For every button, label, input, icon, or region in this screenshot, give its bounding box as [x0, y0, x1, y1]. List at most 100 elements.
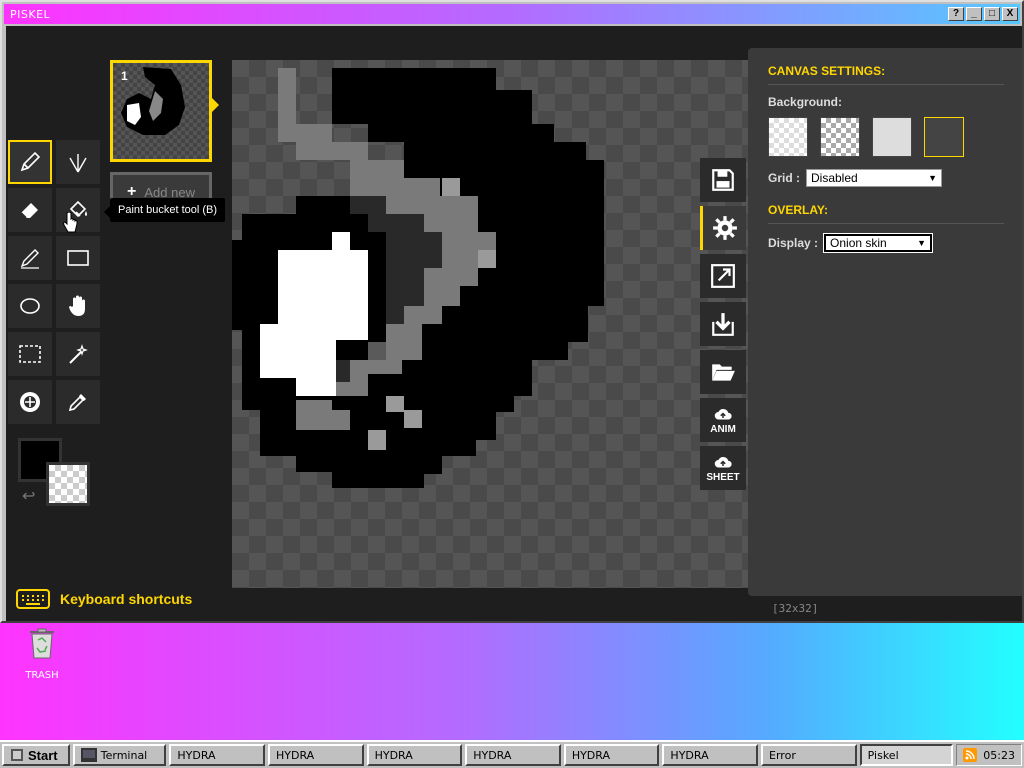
circle-tool[interactable] [8, 284, 52, 328]
folder-icon [712, 364, 735, 381]
drawing-canvas[interactable] [232, 60, 752, 588]
frame-thumbnail[interactable]: 1 [110, 60, 212, 162]
chevron-down-icon: ▼ [928, 173, 937, 183]
display-select-value: Onion skin [830, 236, 887, 250]
eraser-tool[interactable] [8, 188, 52, 232]
tool-tooltip: Paint bucket tool (B) [103, 198, 226, 222]
keyboard-shortcuts-label: Keyboard shortcuts [60, 591, 193, 607]
stroke-tool[interactable] [8, 236, 52, 280]
maximize-button[interactable]: □ [984, 7, 1000, 21]
sprite-artwork [232, 68, 604, 488]
trash-desktop-icon[interactable]: TRASH [20, 626, 64, 683]
close-button[interactable]: X [1002, 7, 1018, 21]
display-row: Display : Onion skin ▼ [768, 233, 1004, 253]
task-hydra-4[interactable]: HYDRA [465, 744, 561, 766]
display-select[interactable]: Onion skin ▼ [823, 233, 934, 253]
swap-colors-icon[interactable]: ↩ [22, 486, 35, 506]
hand-icon [69, 295, 85, 316]
task-hydra-6[interactable]: HYDRA [662, 744, 759, 766]
magic-wand-icon [69, 344, 88, 364]
save-icon [712, 169, 734, 191]
grid-label: Grid : [768, 171, 800, 185]
settings-panel: CANVAS SETTINGS: Background: Grid : Disa… [748, 48, 1022, 596]
mouse-cursor [63, 212, 78, 233]
keyboard-shortcuts-link[interactable]: Keyboard shortcuts [16, 588, 192, 610]
rss-icon[interactable] [963, 748, 978, 762]
task-label: HYDRA [473, 748, 512, 762]
task-label: Error [769, 748, 796, 762]
eraser-icon [20, 203, 38, 219]
frame-number: 1 [121, 69, 128, 83]
task-label: HYDRA [571, 748, 610, 762]
task-label: HYDRA [670, 748, 709, 762]
start-label: Start [28, 747, 58, 763]
mirror-pen-icon [69, 154, 87, 173]
task-hydra-3[interactable]: HYDRA [366, 744, 463, 766]
pen-tool[interactable] [8, 140, 52, 184]
task-terminal[interactable]: Terminal [72, 744, 167, 766]
export-button[interactable] [700, 302, 746, 346]
move-tool[interactable] [56, 284, 100, 328]
gear-icon [712, 216, 737, 240]
start-icon [11, 749, 23, 761]
color-picker-tool[interactable] [56, 380, 100, 424]
task-label: HYDRA [275, 748, 315, 762]
minimize-button[interactable]: _ [966, 7, 982, 21]
vertical-mirror-tool[interactable] [56, 140, 100, 184]
background-option-dark[interactable] [924, 117, 964, 157]
background-option-plain[interactable] [872, 117, 912, 157]
stroke-icon [20, 249, 39, 269]
resize-button[interactable] [700, 254, 746, 298]
secondary-color-swatch[interactable] [46, 462, 90, 506]
task-hydra-1[interactable]: HYDRA [169, 744, 265, 766]
task-hydra-2[interactable]: HYDRA [267, 744, 364, 766]
task-hydra-5[interactable]: HYDRA [563, 744, 660, 766]
lighten-icon [20, 392, 40, 412]
color-selectors: ↩ [18, 438, 94, 510]
task-piskel[interactable]: Piskel [859, 744, 954, 766]
title-bar[interactable]: PISKEL ? _ □ X [4, 4, 1020, 24]
system-tray: 05:23 [956, 744, 1022, 766]
import-button[interactable] [700, 350, 746, 394]
terminal-icon [80, 748, 97, 762]
upload-anim-label: ANIM [710, 423, 736, 435]
start-button[interactable]: Start [2, 744, 70, 766]
window-title: PISKEL [10, 7, 51, 21]
cloud-upload-icon [714, 408, 732, 419]
clock: 05:23 [983, 748, 1015, 762]
settings-button[interactable] [700, 206, 746, 250]
task-label: HYDRA [374, 748, 413, 762]
canvas-size-indicator: [32x32] [772, 602, 819, 615]
recycle-bin-icon [30, 628, 54, 659]
chevron-down-icon: ▼ [917, 238, 927, 248]
upload-sheet-label: SHEET [706, 471, 740, 483]
upload-sheet-button[interactable]: SHEET [700, 446, 746, 490]
background-option-medium-checker[interactable] [820, 117, 860, 157]
grid-select-value: Disabled [811, 171, 858, 185]
shape-select-tool[interactable] [56, 332, 100, 376]
keyboard-icon [16, 589, 50, 609]
task-label: Terminal [100, 748, 148, 762]
rectangle-tool[interactable] [56, 236, 100, 280]
task-error[interactable]: Error [761, 744, 857, 766]
overlay-heading: OVERLAY: [768, 203, 1004, 224]
window-controls: ? _ □ X [948, 7, 1018, 21]
frame-selected-arrow [212, 98, 219, 112]
circle-icon [20, 298, 40, 314]
piskel-window: PISKEL ? _ □ X ↩ Keyboard shortcuts 1 + … [0, 0, 1024, 623]
dashed-rect-icon [19, 345, 41, 363]
rectangle-select-tool[interactable] [8, 332, 52, 376]
grid-select[interactable]: Disabled ▼ [806, 169, 942, 187]
background-option-light-checker[interactable] [768, 117, 808, 157]
upload-anim-button[interactable]: ANIM [700, 398, 746, 442]
help-button[interactable]: ? [948, 7, 964, 21]
grid-row: Grid : Disabled ▼ [768, 169, 1004, 187]
trash-label: TRASH [25, 670, 59, 681]
lighten-tool[interactable] [8, 380, 52, 424]
save-button[interactable] [700, 158, 746, 202]
background-label: Background: [768, 95, 843, 109]
eyedropper-icon [68, 394, 86, 412]
background-options [768, 117, 1004, 157]
pencil-icon [20, 151, 41, 172]
display-label: Display : [768, 236, 819, 250]
